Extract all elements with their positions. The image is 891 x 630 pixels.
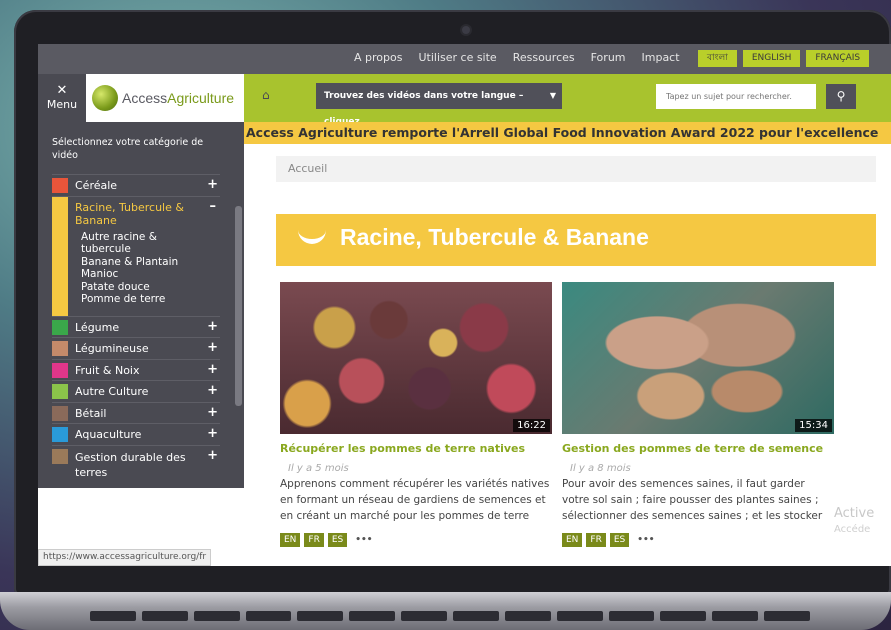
- cereal-icon: [52, 178, 68, 193]
- video-duration: 16:22: [513, 419, 550, 432]
- screen: A propos Utiliser ce site Ressources For…: [38, 44, 891, 566]
- keyboard: [90, 611, 811, 621]
- tag-es[interactable]: ES: [609, 533, 630, 547]
- language-select[interactable]: Trouvez des vidéos dans votre langue – c…: [316, 83, 562, 127]
- globe-icon: [92, 85, 118, 111]
- root-icon: [52, 196, 68, 317]
- page-title: Racine, Tubercule & Banane: [340, 224, 649, 250]
- plus-icon[interactable]: +: [207, 340, 218, 355]
- tag-fr[interactable]: FR: [586, 533, 606, 547]
- crop-icon: [52, 384, 68, 399]
- sidebar: Sélectionnez votre catégorie de vidéo Cé…: [38, 122, 244, 488]
- video-description: Pour avoir des semences saines, il faut …: [562, 478, 823, 522]
- more-icon[interactable]: •••: [637, 535, 654, 545]
- video-date: Il y a 5 mois: [288, 463, 349, 474]
- subcategory-manioc[interactable]: Manioc: [81, 268, 178, 281]
- video-title[interactable]: Gestion des pommes de terre de semence: [562, 442, 834, 455]
- legume-icon: [52, 341, 68, 356]
- video-description: Apprenons comment récupérer les variétés…: [280, 478, 550, 522]
- chevron-down-icon: ▼: [549, 91, 556, 100]
- plus-icon[interactable]: +: [207, 362, 218, 377]
- status-bar-url: https://www.accessagriculture.org/fr: [38, 549, 212, 566]
- tag-es[interactable]: ES: [327, 533, 348, 547]
- plus-icon[interactable]: +: [207, 448, 218, 463]
- plus-icon[interactable]: +: [207, 383, 218, 398]
- tag-fr[interactable]: FR: [304, 533, 324, 547]
- category-list: Céréale + Racine, Tubercule & Banane – A…: [52, 174, 220, 479]
- close-icon: ✕: [56, 83, 68, 98]
- search-icon: ⚲: [836, 89, 846, 103]
- subcategory-list: Autre racine & tubercule Banane & Planta…: [81, 231, 178, 306]
- plus-icon[interactable]: +: [207, 405, 218, 420]
- sidebar-item-cereale[interactable]: Céréale +: [52, 174, 220, 196]
- video-duration: 15:34: [795, 419, 832, 432]
- nav-apropos[interactable]: A propos: [354, 51, 402, 64]
- livestock-icon: [52, 405, 68, 421]
- sidebar-item-racine[interactable]: Racine, Tubercule & Banane – Autre racin…: [52, 195, 220, 317]
- fish-icon: [52, 427, 68, 442]
- sidebar-item-autre-culture[interactable]: Autre Culture +: [52, 380, 220, 402]
- video-date: Il y a 8 mois: [570, 463, 631, 474]
- lang-french-button[interactable]: FRANÇAIS: [806, 50, 870, 67]
- top-nav: A propos Utiliser ce site Ressources For…: [354, 51, 680, 64]
- sidebar-item-fruit[interactable]: Fruit & Noix +: [52, 358, 220, 381]
- top-bar: A propos Utiliser ce site Ressources For…: [38, 44, 891, 74]
- camera-icon: [462, 26, 470, 34]
- logo[interactable]: AccessAgriculture: [86, 74, 244, 122]
- menu-button[interactable]: ✕ Menu: [38, 74, 86, 122]
- header-bar: ⌂ Trouvez des vidéos dans votre langue –…: [244, 74, 891, 127]
- video-thumbnail[interactable]: 16:22: [280, 282, 552, 434]
- fruit-icon: [52, 362, 68, 378]
- sidebar-item-legume[interactable]: Légume +: [52, 315, 220, 338]
- lang-english-button[interactable]: ENGLISH: [742, 50, 801, 67]
- tag-en[interactable]: EN: [280, 533, 301, 547]
- search-input[interactable]: [656, 84, 816, 109]
- video-card[interactable]: 15:34 Gestion des pommes de terre de sem…: [562, 282, 834, 547]
- sidebar-item-gestion[interactable]: Gestion durable des terres +: [52, 444, 220, 479]
- nav-ressources[interactable]: Ressources: [513, 51, 575, 64]
- home-icon[interactable]: ⌂: [262, 88, 280, 106]
- activation-watermark: Active: [834, 506, 875, 521]
- search-button[interactable]: ⚲: [826, 84, 856, 109]
- language-tags: EN FR ES •••: [562, 533, 834, 547]
- activation-watermark-sub: Accéde: [834, 524, 871, 535]
- lang-bengali-button[interactable]: বাংলা: [698, 50, 737, 67]
- logo-text: AccessAgriculture: [122, 90, 235, 106]
- nav-impact[interactable]: Impact: [642, 51, 680, 64]
- sidebar-item-betail[interactable]: Bétail +: [52, 401, 220, 424]
- vegetable-icon: [52, 319, 68, 335]
- announcement-banner[interactable]: Access Agriculture remporte l'Arrell Glo…: [244, 122, 891, 144]
- menu-label: Menu: [46, 98, 78, 111]
- subcategory-patate[interactable]: Patate douce: [81, 281, 178, 294]
- video-thumbnail[interactable]: 15:34: [562, 282, 834, 434]
- banana-icon: [298, 230, 326, 244]
- plus-icon[interactable]: +: [207, 319, 218, 334]
- nav-utiliser[interactable]: Utiliser ce site: [418, 51, 496, 64]
- category-header: Racine, Tubercule & Banane: [276, 214, 876, 266]
- nav-forum[interactable]: Forum: [591, 51, 626, 64]
- plus-icon[interactable]: +: [207, 426, 218, 441]
- breadcrumb[interactable]: Accueil: [276, 156, 876, 182]
- subcategory-autre-racine[interactable]: Autre racine &: [81, 231, 178, 244]
- sidebar-scrollbar[interactable]: [235, 206, 242, 406]
- video-title[interactable]: Récupérer les pommes de terre natives: [280, 442, 552, 455]
- sidebar-item-aquaculture[interactable]: Aquaculture +: [52, 423, 220, 445]
- language-buttons: বাংলা ENGLISH FRANÇAIS: [698, 50, 870, 67]
- plus-icon[interactable]: +: [207, 177, 218, 192]
- sidebar-item-legumineuse[interactable]: Légumineuse +: [52, 337, 220, 359]
- subcategory-pomme[interactable]: Pomme de terre: [81, 293, 178, 306]
- video-card[interactable]: 16:22 Récupérer les pommes de terre nati…: [280, 282, 552, 547]
- land-icon: [52, 448, 68, 464]
- sidebar-title: Sélectionnez votre catégorie de vidéo: [52, 137, 204, 161]
- more-icon[interactable]: •••: [355, 535, 372, 545]
- subcategory-banane[interactable]: Banane & Plantain: [81, 256, 178, 269]
- tag-en[interactable]: EN: [562, 533, 583, 547]
- minus-icon[interactable]: –: [210, 199, 217, 214]
- subcategory-tubercule[interactable]: tubercule: [81, 243, 178, 256]
- language-tags: EN FR ES •••: [280, 533, 552, 547]
